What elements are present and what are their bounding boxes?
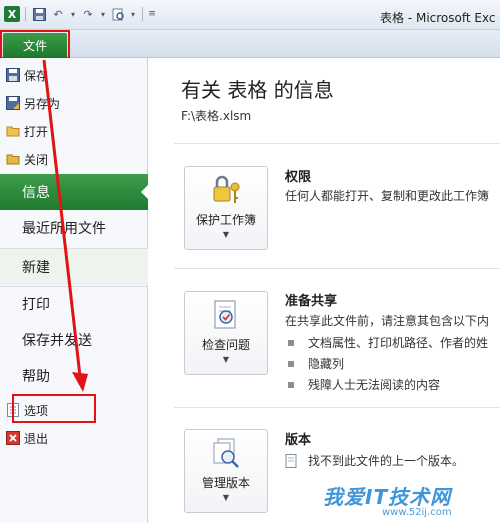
nav-recent[interactable]: 最近所用文件 xyxy=(0,210,148,246)
nav-save-as[interactable]: 另存为 xyxy=(0,90,148,116)
watermark-text: 我爱IT技术网 xyxy=(323,485,452,509)
title-bar: X ↶ ▾ ↷ ▾ ▾ ≡ 表格 - Microsoft Exc xyxy=(0,0,500,30)
permissions-title: 权限 xyxy=(285,170,312,185)
toolbar-separator xyxy=(142,7,143,21)
exit-icon xyxy=(6,431,20,445)
document-icon xyxy=(285,453,297,468)
nav-save[interactable]: 保存 xyxy=(0,62,148,88)
bullet-icon xyxy=(288,360,294,367)
customize-icon[interactable]: ≡ xyxy=(148,6,156,22)
protect-workbook-button[interactable]: 保护工作簿 ▼ xyxy=(184,166,268,250)
file-path: F:\表格.xlsm xyxy=(181,109,252,123)
dropdown-arrow-icon[interactable]: ▾ xyxy=(129,6,137,22)
undo-icon[interactable]: ↶ xyxy=(50,6,66,22)
lock-key-icon xyxy=(213,175,240,203)
section-divider xyxy=(174,143,500,144)
check-issues-button[interactable]: 检查问题 ▼ xyxy=(184,291,268,375)
versions-desc: 找不到此文件的上一个版本。 xyxy=(308,454,465,468)
redo-icon[interactable]: ↷ xyxy=(80,6,96,22)
list-item-text: 隐藏列 xyxy=(308,357,345,371)
nav-new[interactable]: 新建 xyxy=(0,249,148,285)
quick-access-toolbar: X ↶ ▾ ↷ ▾ ▾ ≡ xyxy=(4,6,156,22)
watermark-url: www.52ij.com xyxy=(382,507,452,518)
manage-versions-icon xyxy=(213,438,239,468)
list-item: 文档属性、打印机路径、作者的姓 xyxy=(288,334,488,351)
nav-open[interactable]: 打开 xyxy=(0,118,148,144)
versions-title: 版本 xyxy=(285,433,312,448)
print-preview-icon[interactable] xyxy=(110,6,126,22)
manage-versions-label: 管理版本 xyxy=(201,476,250,490)
nav-info[interactable]: 信息 xyxy=(0,174,149,210)
nav-help[interactable]: 帮助 xyxy=(0,358,148,394)
dropdown-arrow-icon: ▼ xyxy=(222,355,230,364)
nav-close[interactable]: 关闭 xyxy=(0,146,148,172)
page-title: 有关 表格 的信息 xyxy=(181,78,334,102)
dropdown-arrow-icon[interactable]: ▾ xyxy=(99,6,107,22)
dropdown-arrow-icon: ▼ xyxy=(222,230,230,239)
list-item-text: 文档属性、打印机路径、作者的姓 xyxy=(308,336,489,350)
nav-close-label: 关闭 xyxy=(24,152,49,167)
inspect-document-icon xyxy=(214,300,236,329)
nav-save-as-label: 另存为 xyxy=(24,96,61,111)
nav-exit[interactable]: 退出 xyxy=(0,425,148,451)
file-tab-highlight xyxy=(0,30,70,59)
save-icon[interactable] xyxy=(31,6,47,22)
folder-open-icon xyxy=(6,126,20,137)
nav-print[interactable]: 打印 xyxy=(0,286,148,322)
dropdown-arrow-icon[interactable]: ▾ xyxy=(69,6,77,22)
dropdown-arrow-icon: ▼ xyxy=(222,493,230,502)
list-item: 隐藏列 xyxy=(288,355,344,372)
prepare-title: 准备共享 xyxy=(285,294,338,309)
nav-open-label: 打开 xyxy=(24,124,49,139)
nav-save-send[interactable]: 保存并发送 xyxy=(0,322,148,358)
save-as-icon xyxy=(6,96,20,110)
permissions-desc: 任何人都能打开、复制和更改此工作簿 xyxy=(285,189,490,203)
prepare-desc: 在共享此文件前，请注意其包含以下内 xyxy=(285,314,490,328)
list-item: 残障人士无法阅读的内容 xyxy=(288,376,440,393)
folder-close-icon xyxy=(6,154,20,165)
section-divider xyxy=(174,268,500,269)
list-item-text: 残障人士无法阅读的内容 xyxy=(308,378,441,392)
options-highlight xyxy=(12,394,96,423)
excel-logo-icon: X xyxy=(4,6,20,22)
backstage-nav: 保存 另存为 打开 关闭 信息 最近所用文件 新建 打印 保存并发送 帮助 选项… xyxy=(0,58,149,523)
save-icon xyxy=(6,68,20,82)
check-issues-label: 检查问题 xyxy=(201,338,250,352)
nav-exit-label: 退出 xyxy=(24,431,49,446)
protect-workbook-label: 保护工作簿 xyxy=(195,213,256,227)
ribbon-tab-strip xyxy=(0,30,500,58)
nav-save-label: 保存 xyxy=(24,68,49,83)
manage-versions-button[interactable]: 管理版本 ▼ xyxy=(184,429,268,513)
versions-line: 找不到此文件的上一个版本。 xyxy=(285,452,464,469)
bullet-icon xyxy=(288,339,294,346)
toolbar-separator xyxy=(25,7,26,21)
section-divider xyxy=(174,407,500,408)
window-title: 表格 - Microsoft Exc xyxy=(380,11,496,25)
bullet-icon xyxy=(288,381,294,388)
